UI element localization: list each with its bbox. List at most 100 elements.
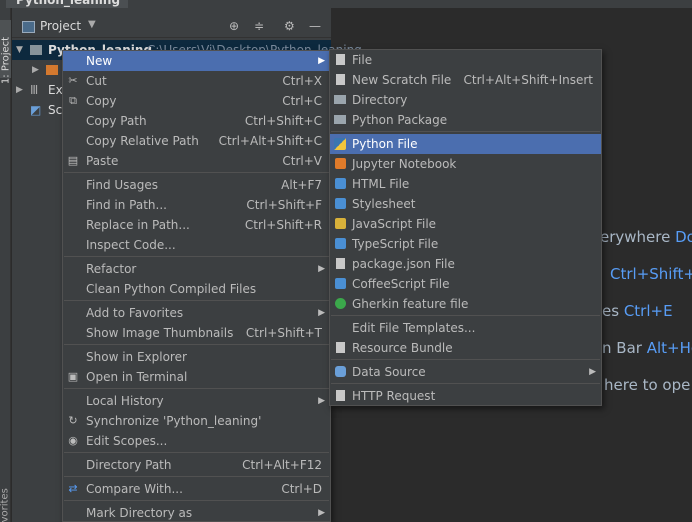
menu-item-copy[interactable]: ⧉ Copy Ctrl+C: [63, 91, 330, 111]
menu-label: Synchronize 'Python_leaning': [86, 414, 262, 428]
collapse-icon[interactable]: ≑: [254, 19, 264, 33]
folder-icon: [30, 45, 42, 55]
menu-item-local-history[interactable]: Local History ▶: [63, 391, 330, 411]
menu-item-copy-path[interactable]: Copy Path Ctrl+Shift+C: [63, 111, 330, 131]
menu-label: Resource Bundle: [352, 341, 453, 355]
hint-key: Alt+Ho: [646, 339, 692, 357]
menu-item-compare-with[interactable]: ⇄ Compare With... Ctrl+D: [63, 479, 330, 499]
menu-label: New Scratch File: [352, 73, 452, 87]
menu-label: Jupyter Notebook: [352, 157, 457, 171]
menu-item-directory-path[interactable]: Directory Path Ctrl+Alt+F12: [63, 455, 330, 475]
chevron-down-icon[interactable]: ▼: [16, 40, 23, 60]
menu-label: Directory: [352, 93, 408, 107]
menu-label: New: [86, 54, 113, 68]
menu-item-find-in-path[interactable]: Find in Path... Ctrl+Shift+F: [63, 195, 330, 215]
menu-label: Directory Path: [86, 458, 172, 472]
chevron-right-icon: ▶: [318, 56, 325, 66]
menu-label: Copy: [86, 94, 117, 108]
new-item-javascript-file[interactable]: JavaScript File: [330, 214, 601, 234]
menu-label: Copy Path: [86, 114, 147, 128]
menu-shortcut: Ctrl+Shift+R: [244, 218, 322, 232]
new-item-resource-bundle[interactable]: Resource Bundle: [330, 338, 601, 358]
menu-item-new[interactable]: New ▶: [63, 51, 330, 71]
menu-item-copy-relative-path[interactable]: Copy Relative Path Ctrl+Alt+Shift+C: [63, 131, 330, 151]
menu-item-find-usages[interactable]: Find Usages Alt+F7: [63, 175, 330, 195]
menu-item-inspect-code[interactable]: Inspect Code...: [63, 235, 330, 255]
menu-item-replace-in-path[interactable]: Replace in Path... Ctrl+Shift+R: [63, 215, 330, 235]
library-icon: Ⅲ: [30, 83, 39, 97]
menu-shortcut: Ctrl+Alt+Shift+Insert: [463, 73, 593, 87]
favorites-tool-tab[interactable]: avorites: [0, 479, 11, 522]
project-tool-tab-label: 1: Project: [0, 36, 12, 85]
new-item-file[interactable]: File: [330, 50, 601, 70]
new-item-package-json[interactable]: package.json File: [330, 254, 601, 274]
sync-icon: ↻: [68, 414, 78, 427]
new-item-python-package[interactable]: Python Package: [330, 110, 601, 130]
new-item-data-source[interactable]: Data Source ▶: [330, 362, 601, 382]
menu-label: HTTP Request: [352, 389, 436, 403]
chevron-down-icon[interactable]: ▼: [88, 19, 96, 30]
menu-label: TypeScript File: [352, 237, 439, 251]
hint-key: Ctrl+E: [623, 302, 673, 320]
scope-icon: ◉: [68, 434, 78, 447]
menu-item-add-to-favorites[interactable]: Add to Favorites ▶: [63, 303, 330, 323]
new-item-edit-file-templates[interactable]: Edit File Templates...: [330, 318, 601, 338]
menu-item-synchronize[interactable]: ↻ Synchronize 'Python_leaning': [63, 411, 330, 431]
menu-item-paste[interactable]: ▤ Paste Ctrl+V: [63, 151, 330, 171]
menu-shortcut: Ctrl+C: [282, 94, 322, 108]
menu-label: Edit Scopes...: [86, 434, 168, 448]
new-item-stylesheet[interactable]: Stylesheet: [330, 194, 601, 214]
menu-label: Refactor: [86, 262, 137, 276]
new-item-html-file[interactable]: HTML File: [330, 174, 601, 194]
chevron-right-icon: ▶: [318, 508, 325, 518]
editor-hint-drop-files: here to ope: [604, 376, 690, 394]
npm-icon: [333, 257, 347, 271]
menu-label: Find Usages: [86, 178, 159, 192]
menu-label: Mark Directory as: [86, 506, 193, 520]
chevron-right-icon: ▶: [318, 264, 325, 274]
chevron-right-icon[interactable]: ▶: [32, 60, 39, 80]
menu-shortcut: Ctrl+V: [282, 154, 322, 168]
menu-item-clean-compiled[interactable]: Clean Python Compiled Files: [63, 279, 330, 299]
file-icon: [333, 53, 347, 67]
gherkin-icon: [333, 297, 347, 311]
menu-label: JavaScript File: [352, 217, 437, 231]
minimize-icon[interactable]: —: [309, 19, 321, 33]
menu-item-show-image-thumbnails[interactable]: Show Image Thumbnails Ctrl+Shift+T: [63, 323, 330, 343]
new-item-http-request[interactable]: HTTP Request: [330, 386, 601, 406]
menu-item-edit-scopes[interactable]: ◉ Edit Scopes...: [63, 431, 330, 451]
menu-label: Python Package: [352, 113, 448, 127]
chevron-right-icon[interactable]: ▶: [16, 80, 23, 100]
menu-label: Data Source: [352, 365, 426, 379]
new-item-typescript-file[interactable]: TypeScript File: [330, 234, 601, 254]
new-item-scratch-file[interactable]: New Scratch File Ctrl+Alt+Shift+Insert: [330, 70, 601, 90]
new-item-python-file[interactable]: Python File: [330, 134, 601, 154]
menu-item-mark-directory-as[interactable]: Mark Directory as ▶: [63, 503, 330, 521]
menu-item-refactor[interactable]: Refactor ▶: [63, 259, 330, 279]
menu-item-open-in-terminal[interactable]: ▣ Open in Terminal: [63, 367, 330, 387]
project-view-title[interactable]: Project: [40, 19, 81, 33]
editor-hint-search-everywhere: erywhere Do: [600, 228, 692, 246]
new-item-jupyter-notebook[interactable]: Jupyter Notebook: [330, 154, 601, 174]
new-item-gherkin-feature[interactable]: Gherkin feature file: [330, 294, 601, 314]
new-item-directory[interactable]: Directory: [330, 90, 601, 110]
editor-hint-navigation-bar: n Bar Alt+Ho: [602, 339, 692, 357]
hint-text: erywhere: [600, 228, 671, 246]
project-crumb[interactable]: Python_leaning: [6, 0, 129, 8]
gear-icon[interactable]: ⚙: [284, 19, 295, 33]
editor-hint-goto-file: Ctrl+Shift+: [610, 265, 692, 283]
new-item-coffeescript-file[interactable]: CoffeeScript File: [330, 274, 601, 294]
project-tool-tab[interactable]: 1: Project: [0, 20, 12, 84]
menu-label: Copy Relative Path: [86, 134, 199, 148]
menu-item-cut[interactable]: ✂ Cut Ctrl+X: [63, 71, 330, 91]
python-icon: [333, 137, 347, 151]
menu-item-show-in-explorer[interactable]: Show in Explorer: [63, 347, 330, 367]
coffeescript-icon: [333, 277, 347, 291]
menu-label: Show in Explorer: [86, 350, 187, 364]
menu-label: Inspect Code...: [86, 238, 176, 252]
compare-icon: ⇄: [68, 482, 78, 495]
left-tool-strip: 1: Project avorites: [0, 8, 12, 522]
hint-text: here to ope: [604, 376, 691, 394]
editor-hint-recent-files: es Ctrl+E: [602, 302, 673, 320]
globe-icon[interactable]: ⊕: [229, 19, 239, 33]
